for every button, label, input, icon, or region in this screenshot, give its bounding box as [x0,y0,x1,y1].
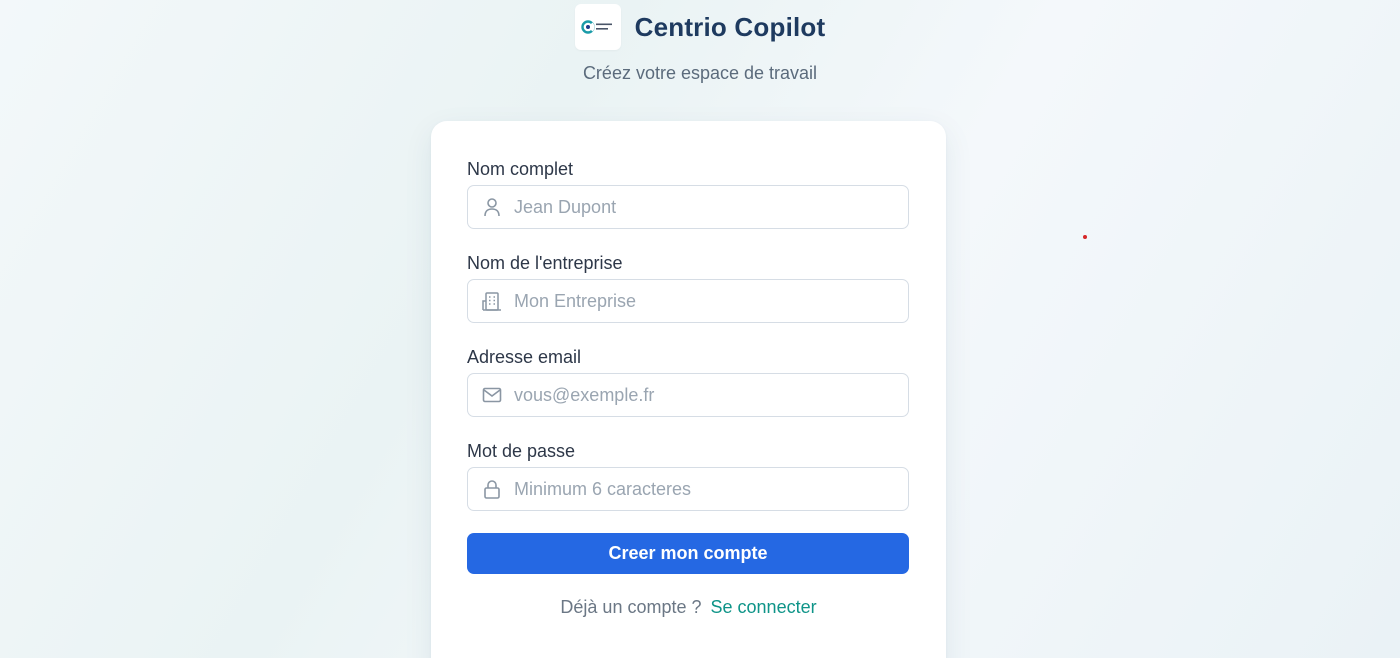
lock-icon [482,478,502,500]
full-name-input[interactable] [514,186,894,228]
company-name-input[interactable] [514,280,894,322]
login-prompt-text: Déjà un compte ? [560,597,702,617]
page-header: Centrio Copilot Créez votre espace de tr… [0,0,1400,84]
page-subtitle: Créez votre espace de travail [582,63,818,83]
centrio-copilot-logo-icon [574,4,621,50]
full-name-input-wrapper[interactable] [467,185,909,229]
email-field-group: Adresse email [467,345,909,417]
password-input-wrapper[interactable] [467,467,909,511]
password-field-group: Mot de passe [467,439,909,511]
company-name-field-group: Nom de l'entreprise [467,251,909,323]
company-name-input-wrapper[interactable] [467,279,909,323]
password-label: Mot de passe [467,441,576,461]
password-input[interactable] [514,468,894,510]
create-account-button[interactable]: Creer mon compte [467,533,909,574]
app-title: Centrio Copilot [634,11,826,42]
signup-card: Nom complet Nom de l'entreprise [431,121,946,658]
user-icon [482,196,502,218]
full-name-field-group: Nom complet [467,157,909,229]
email-input-wrapper[interactable] [467,373,909,417]
company-name-label: Nom de l'entreprise [467,253,623,273]
login-prompt-row: Déjà un compte ? Se connecter [431,597,946,618]
login-link[interactable]: Se connecter [711,597,817,617]
indicator-dot [1083,235,1087,239]
brand-row: Centrio Copilot [574,4,826,50]
mail-icon [482,384,502,406]
email-input[interactable] [514,374,894,416]
email-label: Adresse email [467,347,582,367]
building-icon [482,290,502,312]
full-name-label: Nom complet [467,159,574,179]
